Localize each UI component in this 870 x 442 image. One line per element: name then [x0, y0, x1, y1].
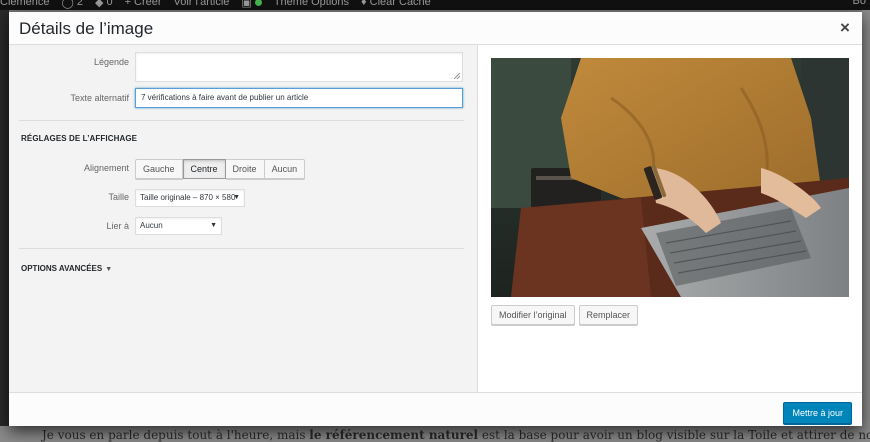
dropdown-arrow-icon: ▼	[210, 222, 217, 229]
woman-typing-laptop-photo	[491, 58, 849, 297]
align-right-button[interactable]: Droite	[225, 159, 265, 179]
cache-icon: ♦	[361, 0, 367, 8]
admin-bar: Clémence ◯ 2 ◆ 0 + Créer Voir l'article …	[0, 0, 870, 10]
admin-bar-clear-cache[interactable]: ♦ Clear Cache	[361, 0, 431, 8]
resize-grip-icon[interactable]	[454, 73, 460, 79]
caret-down-icon: ▼	[105, 266, 113, 273]
size-label: Taille	[108, 192, 129, 202]
settings-pane: Légende Texte alternatif 7 vérifications…	[9, 45, 478, 392]
background-article-text: Je vous en parle depuis tout à l'heure, …	[0, 426, 870, 442]
close-icon[interactable]: ×	[836, 19, 854, 37]
link-to-select-value: Aucun	[140, 221, 163, 230]
update-button[interactable]: Mettre à jour	[783, 402, 852, 424]
size-select-value: Taille originale – 870 × 580	[140, 193, 236, 202]
pending-count: 0	[106, 0, 113, 8]
link-to-label: Lier à	[106, 221, 129, 231]
admin-bar-seo[interactable]: ▣	[241, 0, 262, 9]
comments-count: 2	[76, 0, 83, 8]
speech-bubble-icon: ◆	[94, 0, 104, 9]
admin-bar-pending[interactable]: ◆ 0	[95, 0, 113, 9]
admin-bar-new[interactable]: + Créer	[125, 0, 162, 8]
admin-bar-comments[interactable]: ◯ 2	[62, 0, 83, 9]
modal-title: Détails de l’image	[19, 19, 154, 38]
divider	[19, 248, 464, 249]
display-settings-title: RÉGLAGES DE L’AFFICHAGE	[21, 134, 138, 143]
alt-text-input[interactable]: 7 vérifications à faire avant de publier…	[135, 88, 463, 108]
modal-header: Détails de l’image ×	[9, 12, 862, 45]
page-right-edge	[862, 10, 870, 430]
image-details-modal: Détails de l’image × Légende Texte alter…	[9, 12, 862, 426]
modal-footer: Mettre à jour	[9, 392, 862, 426]
admin-sidebar-edge	[0, 10, 9, 430]
caption-textarea[interactable]	[135, 52, 463, 82]
advanced-options-label: OPTIONS AVANCÉES	[21, 264, 103, 273]
image-preview-pane: Modifier l’original Remplacer	[478, 45, 862, 392]
edit-original-button[interactable]: Modifier l’original	[491, 305, 575, 325]
align-left-button[interactable]: Gauche	[135, 159, 183, 179]
divider	[19, 120, 464, 121]
alt-text-label: Texte alternatif	[70, 93, 129, 103]
image-preview	[491, 58, 849, 297]
alignment-button-group: Gauche Centre Droite Aucun	[135, 159, 306, 179]
clear-cache-label: Clear Cache	[369, 0, 431, 8]
image-buttons: Modifier l’original Remplacer	[491, 305, 639, 325]
link-to-select[interactable]: Aucun ▼	[135, 217, 222, 235]
article-text-end: est la base pour avoir un blog visible s…	[481, 428, 870, 442]
replace-button[interactable]: Remplacer	[578, 305, 639, 325]
admin-bar-theme-options[interactable]: Thème Options	[274, 0, 349, 8]
article-text-bold: le référencement naturel	[309, 428, 479, 442]
new-label: Créer	[134, 0, 162, 8]
size-select[interactable]: Taille originale – 870 × 580 ▼	[135, 189, 245, 207]
seo-status-dot-icon	[254, 0, 262, 6]
admin-bar-account[interactable]: Bo	[853, 0, 866, 7]
admin-bar-site[interactable]: Clémence	[0, 0, 50, 8]
dropdown-arrow-icon: ▼	[233, 194, 240, 201]
article-text-start: Je vous en parle depuis tout à l'heure, …	[42, 428, 310, 442]
caption-label: Légende	[93, 57, 129, 67]
plus-icon: +	[124, 0, 131, 8]
admin-bar-view-article[interactable]: Voir l'article	[174, 0, 230, 8]
yoast-icon: ▣	[241, 0, 252, 9]
advanced-options-toggle[interactable]: OPTIONS AVANCÉES ▼	[21, 264, 112, 273]
align-none-button[interactable]: Aucun	[264, 159, 306, 179]
alignment-label: Alignement	[83, 163, 129, 173]
comments-icon: ◯	[61, 0, 74, 9]
align-center-button[interactable]: Centre	[182, 159, 226, 179]
